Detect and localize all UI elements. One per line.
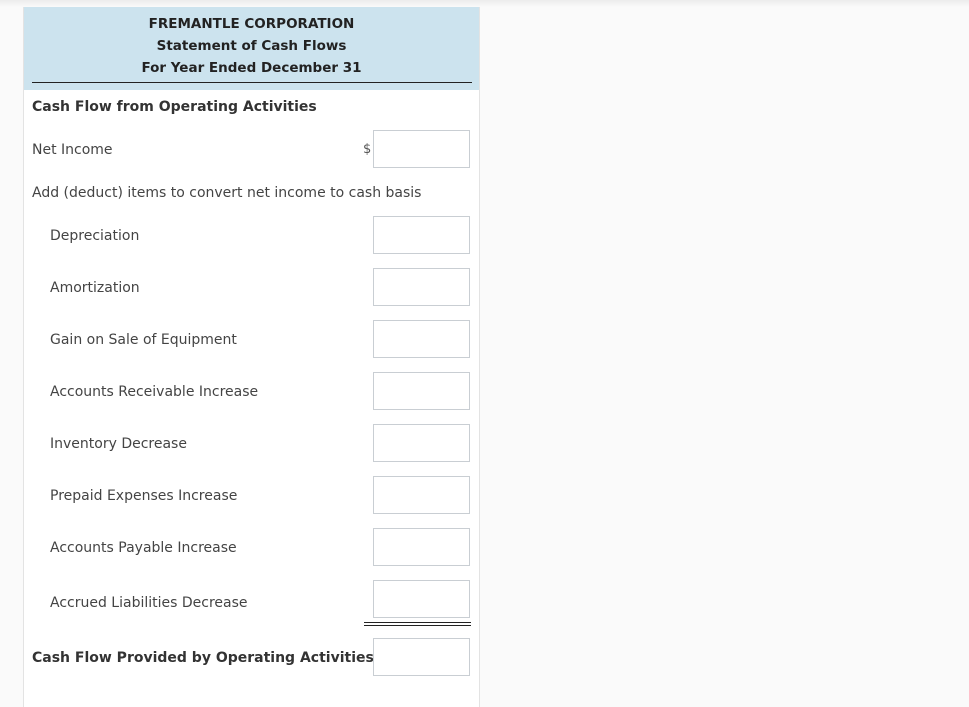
adjustment-label: Amortization bbox=[50, 280, 140, 296]
accounts-receivable-input[interactable] bbox=[373, 372, 470, 410]
adjustment-label: Accounts Payable Increase bbox=[50, 540, 237, 556]
depreciation-input[interactable] bbox=[373, 216, 470, 254]
adjustment-label: Accounts Receivable Increase bbox=[50, 384, 259, 400]
header-underline bbox=[32, 82, 472, 83]
adjustment-label: Depreciation bbox=[50, 228, 140, 244]
net-income-input[interactable] bbox=[373, 130, 470, 168]
section-title: Cash Flow from Operating Activities bbox=[32, 99, 317, 115]
prepaid-expenses-input[interactable] bbox=[373, 476, 470, 514]
cash-flow-statement-panel: FREMANTLE CORPORATION Statement of Cash … bbox=[23, 7, 480, 707]
total-label: Cash Flow Provided by Operating Activiti… bbox=[32, 650, 374, 666]
dollar-sign: $ bbox=[363, 142, 372, 157]
adjustments-label: Add (deduct) items to convert net income… bbox=[32, 185, 422, 201]
accounts-payable-input[interactable] bbox=[373, 528, 470, 566]
accrued-liabilities-input[interactable] bbox=[373, 580, 470, 618]
statement-period: For Year Ended December 31 bbox=[141, 60, 362, 76]
statement-header: FREMANTLE CORPORATION Statement of Cash … bbox=[24, 7, 479, 90]
statement-title: Statement of Cash Flows bbox=[156, 38, 347, 54]
net-income-label: Net Income bbox=[32, 142, 113, 158]
company-name: FREMANTLE CORPORATION bbox=[148, 16, 355, 32]
gain-on-sale-input[interactable] bbox=[373, 320, 470, 358]
double-underline bbox=[364, 622, 471, 626]
inventory-input[interactable] bbox=[373, 424, 470, 462]
adjustment-label: Accrued Liabilities Decrease bbox=[50, 595, 248, 611]
adjustment-label: Prepaid Expenses Increase bbox=[50, 488, 238, 504]
total-operating-cash-flow-input[interactable] bbox=[373, 638, 470, 676]
top-shadow bbox=[0, 0, 969, 7]
adjustment-label: Inventory Decrease bbox=[50, 436, 187, 452]
amortization-input[interactable] bbox=[373, 268, 470, 306]
adjustment-label: Gain on Sale of Equipment bbox=[50, 332, 237, 348]
